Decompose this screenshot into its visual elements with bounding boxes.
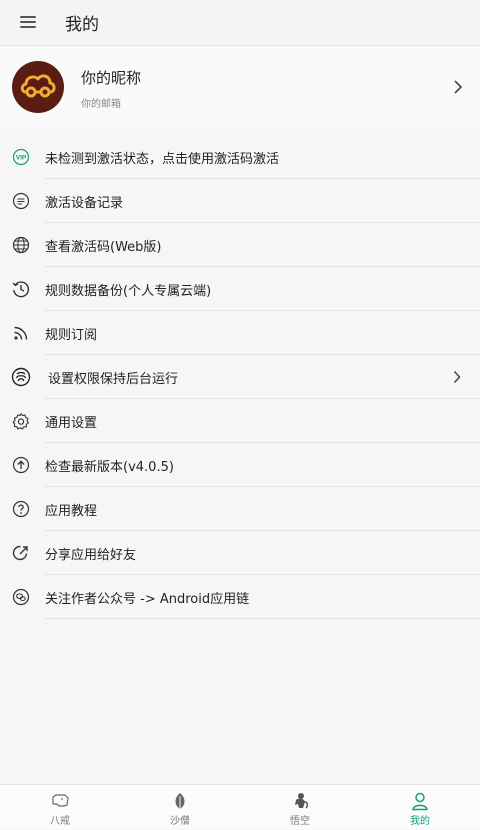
chevron-right-icon (454, 80, 463, 94)
menu-item-label: 设置权限保持后台运行 (48, 372, 179, 387)
menu-item-check-update[interactable]: 检查最新版本(v4.0.5) (0, 443, 480, 487)
menu-item-follow-author[interactable]: 关注作者公众号 -> Android应用链 (0, 575, 480, 619)
gear-icon (12, 412, 30, 430)
profile-card[interactable]: 你的昵称 你的邮箱 (0, 47, 480, 129)
menu-item-general-settings[interactable]: 通用设置 (0, 399, 480, 443)
tab-label: 沙僧 (170, 816, 190, 827)
upload-circle-icon (12, 456, 30, 474)
rss-icon (12, 324, 30, 342)
menu-item-label: 检查最新版本(v4.0.5) (45, 460, 174, 475)
menu-item-label: 通用设置 (45, 416, 98, 431)
history-icon (12, 280, 30, 298)
tab-bajie[interactable]: 八戒 (0, 785, 120, 830)
app-bar: 我的 (0, 0, 480, 46)
menu-item-rule-subscribe[interactable]: 规则订阅 (0, 311, 480, 355)
profile-email: 你的邮箱 (81, 99, 121, 110)
tab-label: 我的 (410, 816, 430, 827)
menu-item-label: 未检测到激活状态，点击使用激活码激活 (45, 152, 280, 167)
settings-menu-list: VIP 未检测到激活状态，点击使用激活码激活 激活设备记录 查看激活码(Web版… (0, 135, 480, 619)
menu-item-label: 关注作者公众号 -> Android应用链 (45, 592, 250, 607)
menu-item-view-code-web[interactable]: 查看激活码(Web版) (0, 223, 480, 267)
menu-item-tutorial[interactable]: 应用教程 (0, 487, 480, 531)
hamburger-menu-icon[interactable] (16, 12, 42, 34)
menu-item-device-records[interactable]: 激活设备记录 (0, 179, 480, 223)
svg-text:VIP: VIP (16, 155, 27, 162)
tab-mine[interactable]: 我的 (360, 785, 480, 830)
menu-item-rule-backup[interactable]: 规则数据备份(个人专属云端) (0, 267, 480, 311)
menu-item-label: 分享应用给好友 (45, 548, 137, 563)
globe-icon (12, 236, 30, 254)
pig-icon (50, 791, 70, 811)
page-title: 我的 (65, 15, 99, 35)
person-icon (410, 791, 430, 811)
menu-item-background-permission[interactable]: 设置权限保持后台运行 (0, 355, 480, 399)
tab-wukong[interactable]: 悟空 (240, 785, 360, 830)
tab-shaseng[interactable]: 沙僧 (120, 785, 240, 830)
avatar[interactable] (12, 61, 64, 113)
vip-icon: VIP (12, 148, 30, 166)
menu-item-label: 规则订阅 (45, 328, 98, 343)
share-icon (12, 544, 30, 562)
tab-label: 悟空 (290, 816, 310, 827)
leaf-icon (170, 791, 190, 811)
help-circle-icon (12, 500, 30, 518)
fingerprint-icon (11, 367, 31, 387)
menu-item-label: 规则数据备份(个人专属云端) (45, 284, 212, 299)
menu-item-label: 应用教程 (45, 504, 98, 519)
wechat-icon (12, 588, 30, 606)
tab-label: 八戒 (50, 816, 70, 827)
cloud-logo-icon (20, 74, 56, 98)
profile-nickname: 你的昵称 (81, 69, 142, 87)
list-circle-icon (12, 192, 30, 210)
monkey-icon (290, 791, 310, 811)
menu-item-label: 激活设备记录 (45, 196, 124, 211)
chevron-right-icon (453, 370, 461, 384)
menu-item-activate[interactable]: VIP 未检测到激活状态，点击使用激活码激活 (0, 135, 480, 179)
bottom-navigation: 八戒 沙僧 悟空 我的 (0, 784, 480, 829)
menu-item-label: 查看激活码(Web版) (45, 240, 162, 255)
menu-item-share-app[interactable]: 分享应用给好友 (0, 531, 480, 575)
